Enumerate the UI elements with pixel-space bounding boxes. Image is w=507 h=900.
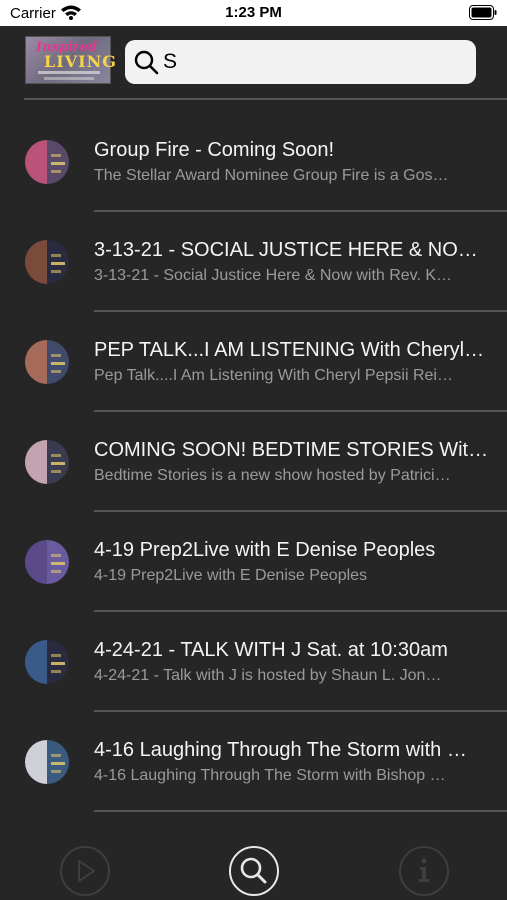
tab-info[interactable] bbox=[399, 846, 449, 896]
info-icon bbox=[419, 858, 429, 882]
episode-thumbnail bbox=[25, 340, 69, 384]
search-input[interactable] bbox=[163, 48, 463, 76]
search-icon bbox=[134, 50, 159, 75]
logo-line2: LIVING bbox=[44, 52, 117, 71]
episode-thumbnail bbox=[25, 540, 69, 584]
status-bar: Carrier 1:23 PM bbox=[0, 0, 507, 26]
list-item[interactable]: Group Fire - Coming Soon! The Stellar Awa… bbox=[0, 112, 507, 212]
list-item-subtitle: 4-24-21 - Talk with J is hosted by Shaun… bbox=[94, 667, 442, 684]
search-icon bbox=[240, 857, 267, 884]
app-logo: Inspired LIVING bbox=[25, 36, 116, 84]
episode-thumbnail bbox=[25, 440, 69, 484]
search-bar[interactable] bbox=[125, 40, 476, 84]
header-divider bbox=[24, 98, 507, 100]
list-item-subtitle: 3-13-21 - Social Justice Here & Now with… bbox=[94, 267, 453, 284]
list-item-subtitle: Bedtime Stories is a new show hosted by … bbox=[94, 467, 451, 484]
episode-thumbnail bbox=[25, 140, 69, 184]
list-item-subtitle: Pep Talk....I Am Listening With Cheryl P… bbox=[94, 367, 453, 384]
list-item-title: COMING SOON! BEDTIME STORIES Wit… bbox=[94, 439, 489, 461]
tab-bar bbox=[0, 838, 507, 900]
list-item[interactable]: PEP TALK...I AM LISTENING With Cheryl… Pe… bbox=[0, 312, 507, 412]
list-item-title: Group Fire - Coming Soon! bbox=[94, 139, 335, 161]
episode-thumbnail bbox=[25, 640, 69, 684]
list-item-subtitle: 4-16 Laughing Through The Storm with Bis… bbox=[94, 767, 446, 784]
tab-search[interactable] bbox=[229, 846, 279, 896]
list-item[interactable]: 4-24-21 - TALK WITH J Sat. at 10:30am 4-2… bbox=[0, 612, 507, 712]
list-item[interactable]: 4-19 Prep2Live with E Denise Peoples 4-19… bbox=[0, 512, 507, 612]
list-item[interactable]: 4-16 Laughing Through The Storm with … 4-… bbox=[0, 712, 507, 812]
list-item[interactable]: 3-13-21 - SOCIAL JUSTICE HERE & NO… 3-13-… bbox=[0, 212, 507, 312]
battery-icon bbox=[469, 5, 497, 20]
list-item-title: 4-16 Laughing Through The Storm with … bbox=[94, 739, 467, 761]
list-item[interactable]: COMING SOON! BEDTIME STORIES Wit… Bedtime… bbox=[0, 412, 507, 512]
list-item-title: 4-19 Prep2Live with E Denise Peoples bbox=[94, 539, 436, 561]
logo-tagline-bar bbox=[38, 71, 100, 74]
header: Inspired LIVING bbox=[0, 26, 507, 98]
list-item-subtitle: The Stellar Award Nominee Group Fire is … bbox=[94, 167, 449, 184]
list-item-title: 3-13-21 - SOCIAL JUSTICE HERE & NO… bbox=[94, 239, 478, 261]
logo-tagline-bar bbox=[44, 77, 94, 80]
list-item-subtitle: 4-19 Prep2Live with E Denise Peoples bbox=[94, 567, 368, 584]
list-divider bbox=[94, 810, 507, 812]
tab-play[interactable] bbox=[60, 846, 110, 896]
status-time: 1:23 PM bbox=[225, 4, 282, 21]
episode-thumbnail bbox=[25, 740, 69, 784]
episode-thumbnail bbox=[25, 240, 69, 284]
list-item-title: 4-24-21 - TALK WITH J Sat. at 10:30am bbox=[94, 639, 448, 661]
play-icon bbox=[78, 860, 95, 882]
list-item-title: PEP TALK...I AM LISTENING With Cheryl… bbox=[94, 339, 485, 361]
